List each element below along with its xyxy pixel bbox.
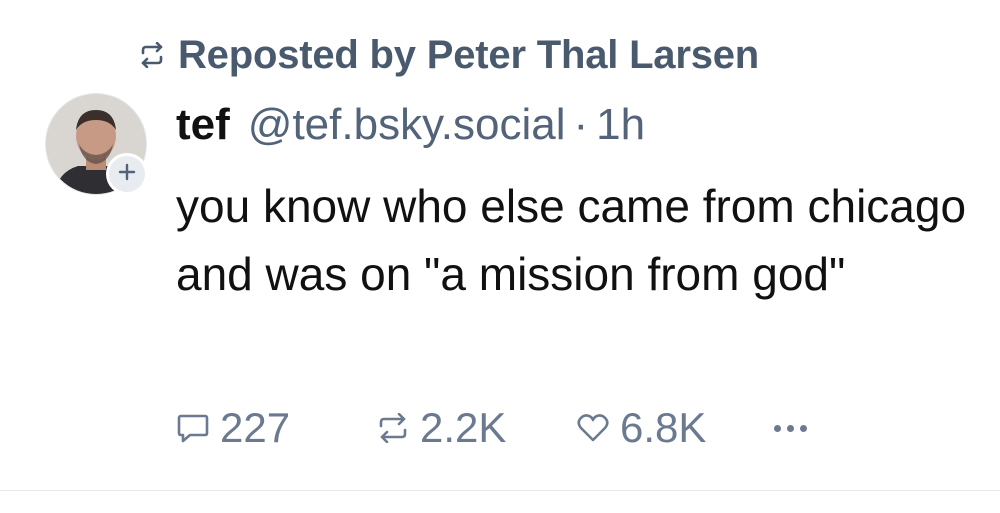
- post-actions: 227 2.2K 6.8K: [176, 400, 807, 456]
- repost-button[interactable]: 2.2K: [376, 404, 576, 452]
- post-timestamp[interactable]: 1h: [596, 100, 645, 150]
- repost-icon: [138, 42, 166, 68]
- post-header: tef @tef.bsky.social · 1h: [176, 100, 645, 150]
- follow-button[interactable]: [106, 153, 148, 195]
- like-count: 6.8K: [620, 404, 707, 451]
- repost-count: 2.2K: [420, 404, 507, 451]
- user-handle[interactable]: @tef.bsky.social: [248, 100, 566, 150]
- reply-count: 227: [220, 404, 291, 451]
- display-name[interactable]: tef: [176, 100, 230, 150]
- plus-icon: [118, 163, 136, 186]
- more-icon-dot: [774, 424, 781, 432]
- post-body: you know who else came from chicago and …: [176, 180, 967, 300]
- like-button[interactable]: 6.8K: [576, 404, 774, 452]
- reposted-by-label: Reposted by Peter Thal Larsen: [178, 32, 760, 77]
- post-divider: [0, 490, 1000, 491]
- reply-button[interactable]: 227: [176, 404, 376, 452]
- more-icon-dot: [800, 424, 807, 432]
- more-options-button[interactable]: [774, 408, 807, 448]
- repost-icon: [376, 413, 410, 443]
- more-icon-dot: [787, 424, 794, 432]
- separator-dot: ·: [573, 100, 589, 149]
- reply-icon: [176, 412, 210, 444]
- repost-indicator[interactable]: Reposted by Peter Thal Larsen: [138, 30, 759, 80]
- heart-icon: [576, 412, 610, 444]
